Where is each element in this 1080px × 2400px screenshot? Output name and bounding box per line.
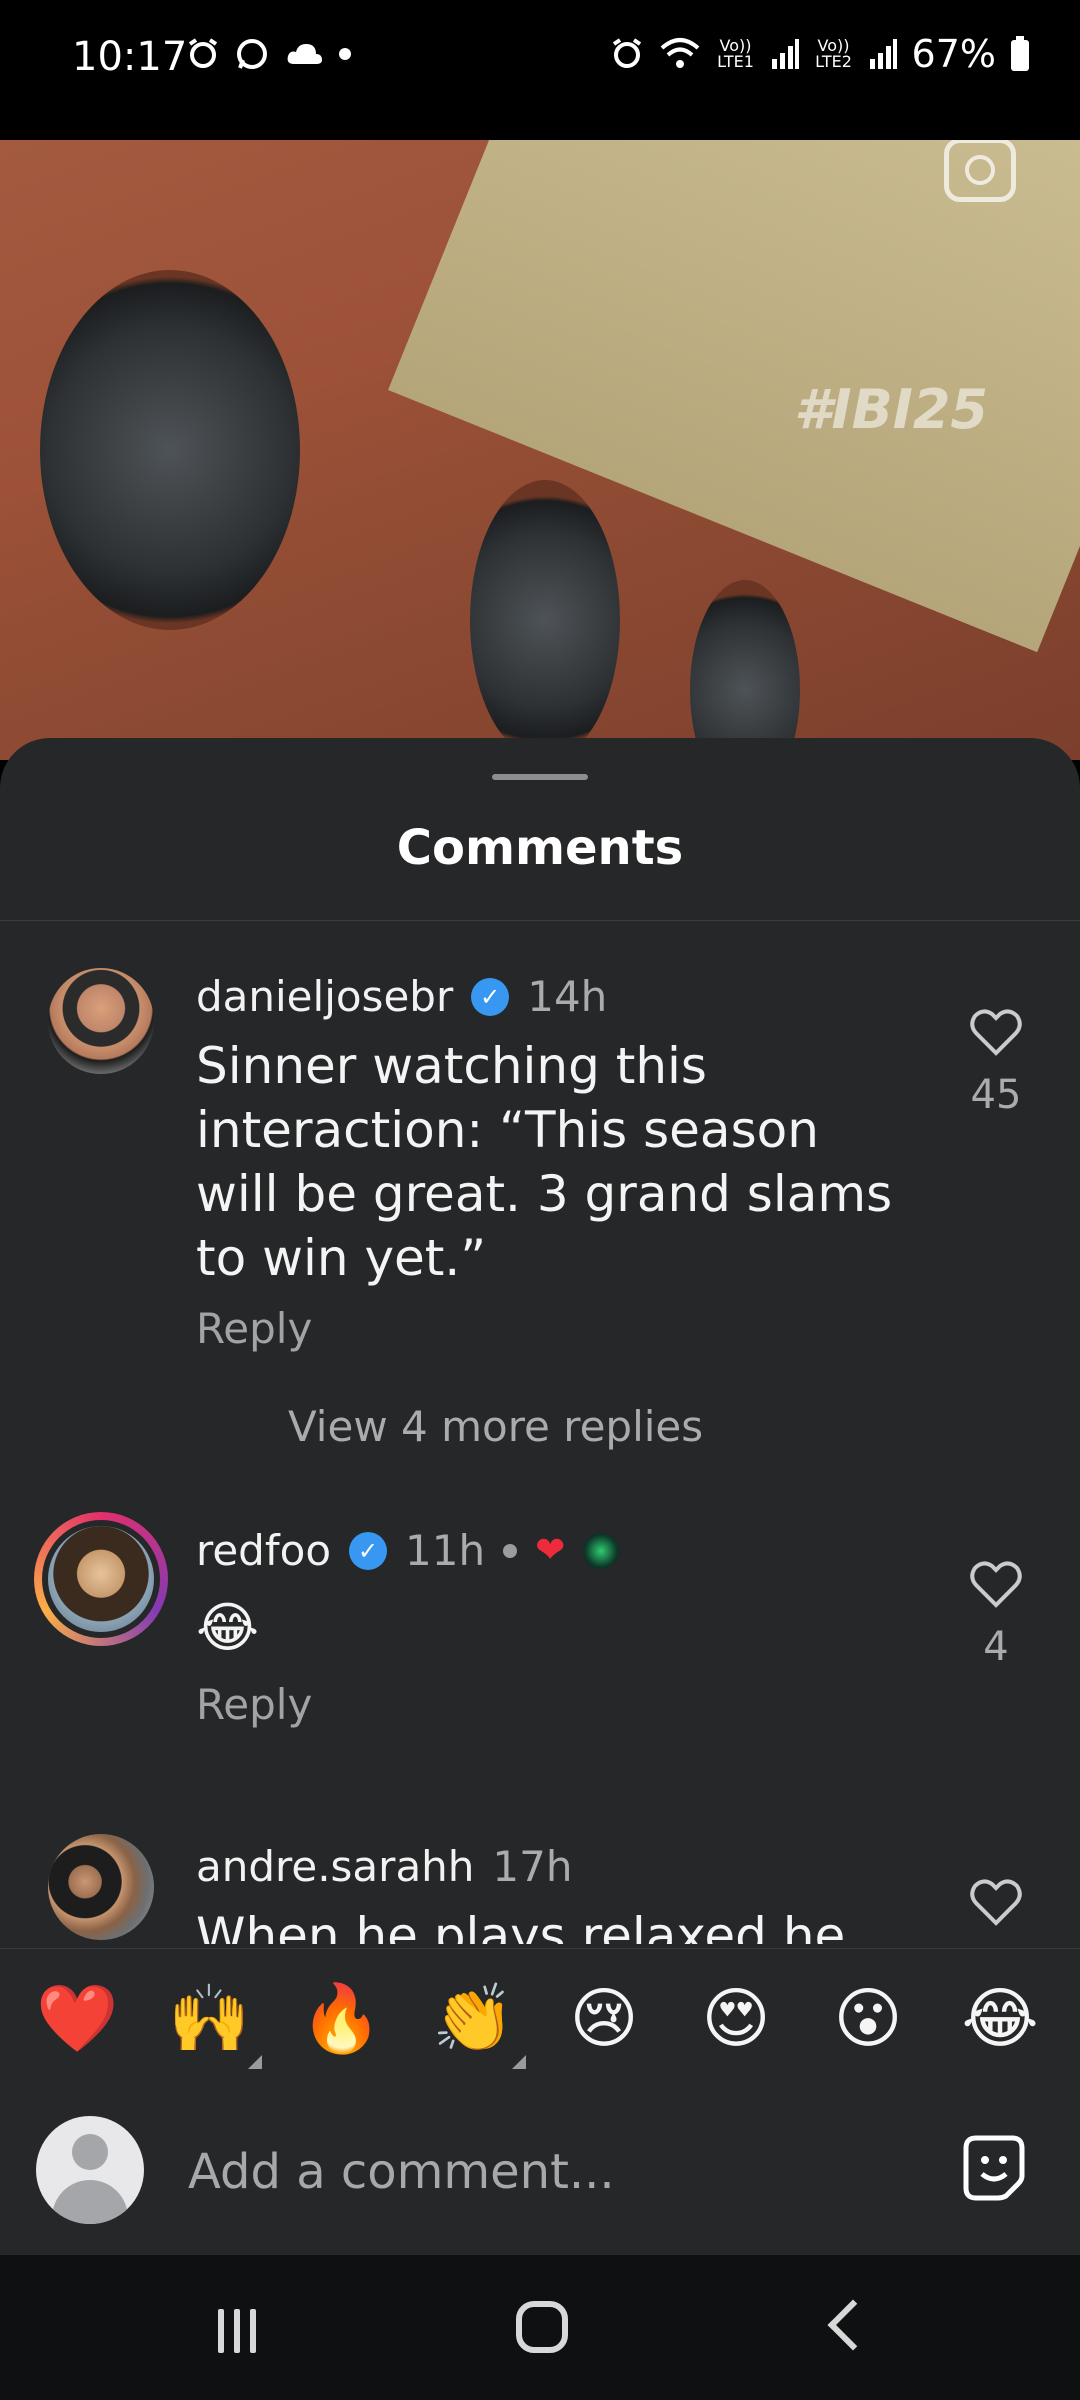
divider (0, 920, 1080, 921)
like-count: 4 (983, 1624, 1009, 1670)
hashtag-overlay: #IBI25 (793, 378, 988, 441)
comment-item: redfoo ✓ 11h ❤ 😂 Reply 4 (0, 1512, 1080, 1786)
reply-button[interactable]: Reply (196, 1304, 312, 1353)
sheet-title: Comments (396, 820, 684, 876)
comment-header: danieljosebr ✓ 14h (196, 972, 607, 1021)
verified-badge-icon: ✓ (349, 1531, 388, 1570)
skin-tone-indicator-icon (512, 2055, 526, 2069)
emoji-crying-button[interactable]: 😢 (564, 1979, 644, 2059)
comment-time: 17h (492, 1842, 573, 1891)
avatar-body (52, 2180, 128, 2224)
avatar[interactable] (34, 1512, 168, 1646)
signal-icon (869, 39, 897, 69)
status-bar: 10:17 Vo)) LTE1 Vo)) LTE2 67% (0, 0, 1080, 120)
home-icon[interactable] (516, 2301, 568, 2353)
emoji-surprised-button[interactable]: 😮 (828, 1979, 908, 2059)
comment-item: danieljosebr ✓ 14h Sinner watching this … (0, 968, 1080, 1451)
separator-dot-icon (503, 1543, 518, 1558)
status-right: Vo)) LTE1 Vo)) LTE2 67% (610, 32, 1030, 76)
emoji-heart-button[interactable]: ❤️ (36, 1979, 118, 2059)
comment-time: 14h (527, 972, 608, 1021)
signal-icon (771, 39, 799, 69)
alarm-icon (188, 38, 218, 68)
battery-icon (1011, 36, 1029, 71)
current-user-avatar (36, 2116, 144, 2224)
emoji-reaction-bar: ❤️ 🙌 🔥 👏 😢 😍 😮 😂 (0, 1948, 1080, 2079)
sticker-icon[interactable] (958, 2132, 1030, 2204)
system-navigation-bar (0, 2255, 1080, 2400)
comment-username[interactable]: andre.sarahh (196, 1842, 474, 1891)
creator-liked-heart-icon: ❤ (535, 1530, 566, 1571)
emoji-heart-eyes-button[interactable]: 😍 (696, 1979, 776, 2059)
emoji-fire-button[interactable]: 🔥 (300, 1979, 382, 2059)
sim2-label: Vo)) LTE2 (815, 36, 852, 71)
like-count: 45 (970, 1072, 1022, 1118)
avatar[interactable] (48, 1834, 154, 1940)
sim1-label: Vo)) LTE1 (717, 36, 754, 71)
emoji-laughing-button[interactable]: 😂 (960, 1979, 1040, 2059)
view-replies-button[interactable]: View 4 more replies (288, 1402, 703, 1451)
cloud-icon (287, 44, 322, 64)
drag-handle[interactable] (492, 774, 588, 780)
whatsapp-icon (237, 39, 267, 69)
notification-icons (186, 36, 352, 72)
avatar[interactable] (48, 968, 154, 1074)
verified-badge-icon: ✓ (471, 977, 510, 1016)
video-scene-porthole (690, 580, 800, 760)
back-icon[interactable] (827, 2299, 879, 2351)
comment-header: andre.sarahh 17h (196, 1842, 572, 1891)
comment-input[interactable] (186, 2136, 950, 2208)
comment-text: Sinner watching this interaction: “This … (196, 1037, 893, 1287)
video-scene-porthole (470, 480, 620, 760)
avatar-head (72, 2134, 108, 2170)
wifi-icon (660, 38, 699, 68)
comment-text: When he plays relaxed he (196, 1907, 846, 1944)
emoji-clap-button[interactable]: 👏 (432, 1979, 514, 2059)
battery-percent: 67% (911, 32, 996, 76)
comment-time: 11h (405, 1526, 486, 1575)
video-background[interactable]: #IBI25 (0, 140, 1080, 760)
comment-text: 😂 (196, 1596, 260, 1659)
video-scene-porthole (40, 270, 300, 630)
recent-apps-icon[interactable] (218, 2309, 270, 2353)
creator-mini-avatar (583, 1532, 620, 1569)
skin-tone-indicator-icon (248, 2055, 262, 2069)
heart-icon[interactable] (968, 1874, 1024, 1930)
reply-button[interactable]: Reply (196, 1680, 312, 1729)
comment-composer (0, 2078, 1080, 2255)
alarm-icon (612, 38, 641, 68)
camera-icon[interactable] (944, 140, 1016, 202)
dot-icon (339, 48, 351, 60)
heart-icon[interactable] (968, 1004, 1024, 1060)
comment-username[interactable]: redfoo (196, 1526, 331, 1575)
heart-icon[interactable] (968, 1556, 1024, 1612)
emoji-raised-hands-button[interactable]: 🙌 (168, 1979, 250, 2059)
comment-username[interactable]: danieljosebr (196, 972, 453, 1021)
comment-header: redfoo ✓ 11h ❤ (196, 1526, 620, 1575)
status-time: 10:17 (72, 34, 188, 80)
comment-item: andre.sarahh 17h When he plays relaxed h… (0, 1834, 1080, 1962)
